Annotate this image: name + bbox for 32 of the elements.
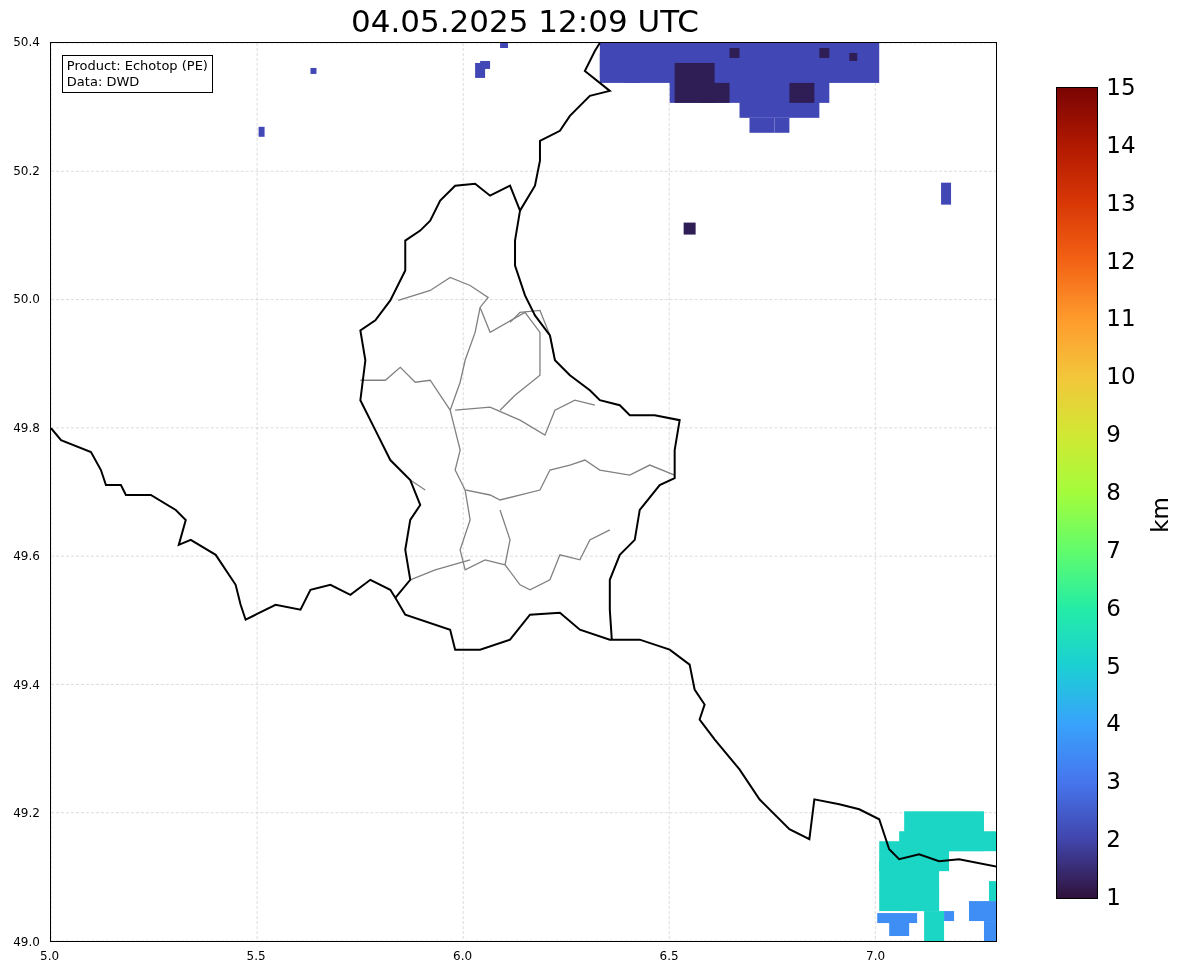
- y-tick-label: 49.6: [13, 549, 40, 564]
- y-tick-label: 50.4: [13, 35, 40, 49]
- colorbar-tick-label: 2: [1106, 826, 1121, 853]
- x-tick-label: 5.0: [40, 949, 60, 963]
- colorbar-tick-label: 9: [1106, 421, 1121, 448]
- colorbar-label: km: [1147, 496, 1174, 533]
- colorbar-tick-label: 11: [1106, 305, 1136, 332]
- chart-title: 04.05.2025 12:09 UTC: [351, 3, 699, 39]
- info-text: Product: Echotop (PE): [66, 58, 208, 74]
- colorbar-tick-label: 7: [1106, 536, 1121, 563]
- colorbar-tick-label: 6: [1106, 594, 1121, 621]
- y-tick-label: 49.4: [13, 677, 40, 692]
- y-tick-label: 49.8: [13, 420, 40, 435]
- colorbar-tick-label: 12: [1106, 247, 1136, 274]
- colorbar-tick-label: 1: [1106, 884, 1121, 910]
- x-tick-label: 5.5: [246, 949, 266, 963]
- y-tick-label: 50.0: [13, 292, 40, 307]
- colorbar-tick-label: 4: [1106, 710, 1121, 737]
- info-text: Data: DWD: [66, 74, 141, 90]
- y-tick-label: 49.0: [13, 935, 40, 949]
- colorbar-tick-label: 13: [1106, 189, 1136, 216]
- colorbar-tick-label: 5: [1106, 652, 1121, 679]
- y-tick-label: 49.2: [13, 806, 40, 821]
- x-tick-label: 6.0: [453, 949, 473, 963]
- colorbar-tick-label: 14: [1106, 131, 1136, 158]
- colorbar-tick-label: 8: [1106, 479, 1121, 505]
- x-tick-label: 7.0: [866, 949, 886, 963]
- x-tick-label: 6.5: [659, 949, 679, 963]
- y-tick-label: 50.2: [13, 163, 40, 178]
- colorbar-tick-label: 10: [1106, 363, 1136, 390]
- colorbar-tick-label: 3: [1106, 768, 1121, 795]
- colorbar-tick-label: 15: [1106, 74, 1136, 100]
